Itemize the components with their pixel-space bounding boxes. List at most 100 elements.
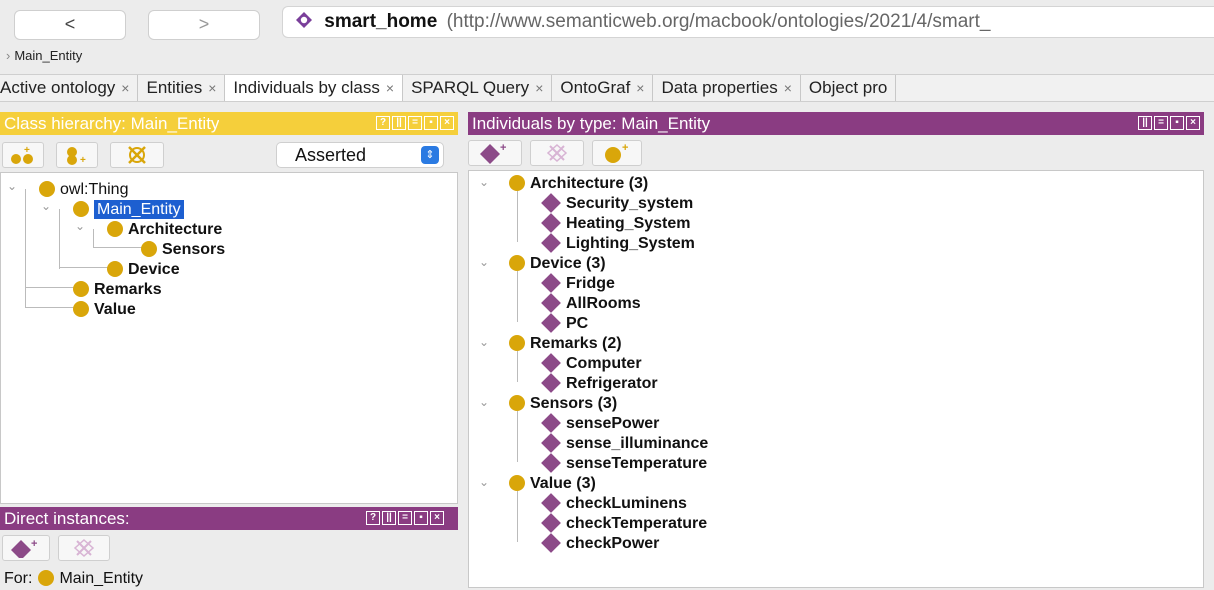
- close-icon[interactable]: ×: [440, 116, 454, 130]
- tree-toggle-icon[interactable]: ⌄: [75, 219, 85, 233]
- tree-connector: [517, 411, 518, 462]
- delete-individual-button[interactable]: [58, 535, 110, 561]
- close-icon[interactable]: ×: [636, 80, 644, 96]
- svg-text:+: +: [31, 538, 37, 550]
- svg-text:+: +: [80, 155, 86, 165]
- tree-connector: [517, 351, 518, 382]
- close-icon[interactable]: ×: [208, 80, 216, 96]
- add-sibling-class-button[interactable]: +: [56, 142, 98, 168]
- individual-node[interactable]: sensePower: [541, 413, 659, 433]
- class-node[interactable]: owl:Thing: [39, 179, 128, 199]
- split-vertical-icon[interactable]: ||: [392, 116, 406, 130]
- split-vertical-icon[interactable]: ||: [382, 511, 396, 525]
- add-individual-icon: +: [11, 538, 37, 558]
- maximize-icon[interactable]: ▪: [414, 511, 428, 525]
- maximize-icon[interactable]: ▪: [1170, 116, 1184, 130]
- class-group-node[interactable]: Sensors (3): [509, 393, 617, 413]
- tree-toggle-icon[interactable]: ⌄: [479, 335, 489, 349]
- close-icon[interactable]: ×: [535, 80, 543, 96]
- maximize-icon[interactable]: ▪: [424, 116, 438, 130]
- window-controls: || = ▪ ×: [1138, 116, 1200, 130]
- forward-button[interactable]: >: [148, 10, 260, 40]
- individual-node[interactable]: PC: [541, 313, 588, 333]
- individuals-tree: ⌄ Architecture (3) Security_system Heati…: [468, 170, 1204, 588]
- individual-node[interactable]: senseTemperature: [541, 453, 707, 473]
- breadcrumb-item: Main_Entity: [14, 48, 83, 63]
- add-individual-icon: +: [480, 142, 506, 164]
- tree-toggle-icon[interactable]: ⌄: [7, 179, 17, 193]
- individuals-by-type-header: Individuals by type: Main_Entity || = ▪ …: [468, 112, 1204, 135]
- class-group-node[interactable]: Value (3): [509, 473, 596, 493]
- tab-object-properties[interactable]: Object pro: [801, 75, 897, 101]
- class-group-node[interactable]: Architecture (3): [509, 173, 648, 193]
- individual-node[interactable]: Lighting_System: [541, 233, 695, 253]
- tab-data-properties[interactable]: Data properties ×: [653, 75, 801, 101]
- add-subclass-button[interactable]: +: [2, 142, 44, 168]
- add-individual-button[interactable]: +: [2, 535, 50, 561]
- individual-node[interactable]: checkLuminens: [541, 493, 687, 513]
- split-horizontal-icon[interactable]: =: [408, 116, 422, 130]
- ontology-address-bar[interactable]: smart_home (http://www.semanticweb.org/m…: [282, 6, 1214, 38]
- individual-node[interactable]: Computer: [541, 353, 642, 373]
- tree-toggle-icon[interactable]: ⌄: [479, 475, 489, 489]
- class-node[interactable]: Device: [107, 259, 180, 279]
- tree-toggle-icon[interactable]: ⌄: [41, 199, 51, 213]
- delete-individual-button[interactable]: [530, 140, 584, 166]
- direct-instances-header: Direct instances: ? || = ▪ ×: [0, 507, 458, 530]
- individual-node[interactable]: checkTemperature: [541, 513, 707, 533]
- individual-node[interactable]: checkPower: [541, 533, 659, 553]
- add-class-assertion-button[interactable]: +: [592, 140, 642, 166]
- class-icon: [39, 181, 55, 197]
- tree-toggle-icon[interactable]: ⌄: [479, 395, 489, 409]
- tab-strip: Active ontology × Entities × Individuals b…: [0, 74, 1214, 102]
- individual-node[interactable]: Refrigerator: [541, 373, 658, 393]
- tab-entities[interactable]: Entities ×: [138, 75, 226, 101]
- tree-toggle-icon[interactable]: ⌄: [479, 175, 489, 189]
- close-icon[interactable]: ×: [784, 80, 792, 96]
- close-icon[interactable]: ×: [121, 80, 129, 96]
- help-icon[interactable]: ?: [376, 116, 390, 130]
- class-group-node[interactable]: Device (3): [509, 253, 606, 273]
- tab-sparql-query[interactable]: SPARQL Query ×: [403, 75, 553, 101]
- svg-text:+: +: [622, 142, 628, 154]
- class-node-selected[interactable]: Main_Entity: [73, 199, 184, 219]
- tree-connector: [59, 209, 60, 269]
- class-node[interactable]: Sensors: [141, 239, 225, 259]
- back-button[interactable]: <: [14, 10, 126, 40]
- split-vertical-icon[interactable]: ||: [1138, 116, 1152, 130]
- class-icon: [509, 175, 525, 191]
- close-icon[interactable]: ×: [1186, 116, 1200, 130]
- class-hierarchy-tree: ⌄ ⌄ ⌄ owl:Thing Main_Entity Architecture…: [0, 172, 458, 504]
- tree-toggle-icon[interactable]: ⌄: [479, 255, 489, 269]
- ontology-icon: [296, 12, 312, 28]
- help-icon[interactable]: ?: [366, 511, 380, 525]
- delete-class-button[interactable]: [110, 142, 164, 168]
- tree-connector: [25, 307, 77, 308]
- window-controls: ? || = ▪ ×: [376, 116, 454, 130]
- close-icon[interactable]: ×: [386, 80, 394, 96]
- close-icon[interactable]: ×: [430, 511, 444, 525]
- class-group-node[interactable]: Remarks (2): [509, 333, 622, 353]
- breadcrumb[interactable]: › Main_Entity: [6, 48, 82, 63]
- individual-icon: [541, 293, 561, 313]
- class-node[interactable]: Remarks: [73, 279, 162, 299]
- add-individual-button[interactable]: +: [468, 140, 522, 166]
- split-horizontal-icon[interactable]: =: [398, 511, 412, 525]
- split-horizontal-icon[interactable]: =: [1154, 116, 1168, 130]
- individual-icon: [541, 513, 561, 533]
- individual-node[interactable]: Security_system: [541, 193, 693, 213]
- svg-text:+: +: [24, 145, 30, 156]
- tree-connector: [59, 267, 109, 268]
- class-icon: [509, 335, 525, 351]
- individual-node[interactable]: sense_illuminance: [541, 433, 708, 453]
- individual-node[interactable]: Fridge: [541, 273, 615, 293]
- hierarchy-mode-select[interactable]: Asserted ⇕: [276, 142, 444, 168]
- tab-individuals-by-class[interactable]: Individuals by class ×: [225, 75, 404, 101]
- individual-node[interactable]: Heating_System: [541, 213, 691, 233]
- ontology-iri: (http://www.semanticweb.org/macbook/onto…: [446, 11, 991, 32]
- individual-node[interactable]: AllRooms: [541, 293, 641, 313]
- class-node[interactable]: Architecture: [107, 219, 222, 239]
- tab-ontograf[interactable]: OntoGraf ×: [552, 75, 654, 101]
- class-node[interactable]: Value: [73, 299, 136, 319]
- tab-active-ontology[interactable]: Active ontology ×: [0, 75, 139, 101]
